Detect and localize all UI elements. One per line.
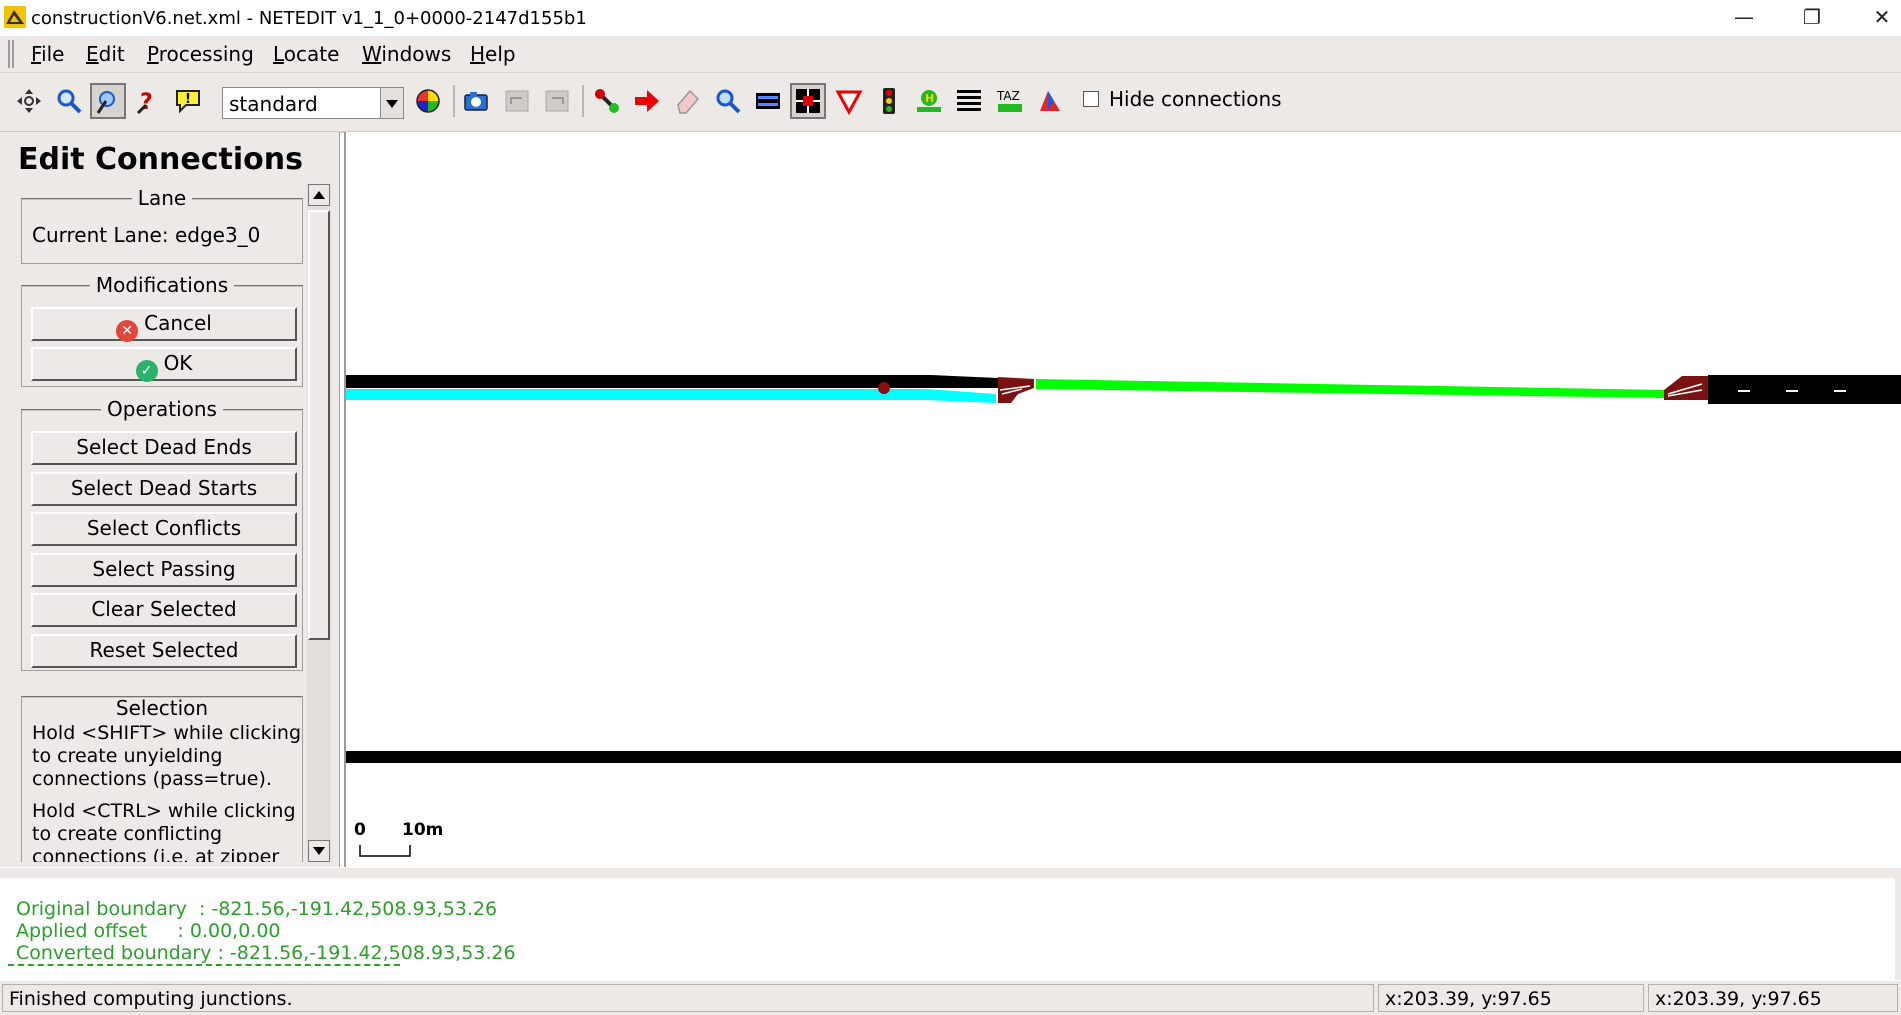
inspect-icon[interactable]: ?	[130, 83, 166, 119]
traffic-light-icon[interactable]	[871, 83, 907, 119]
reset-selected-button[interactable]: Reset Selected	[31, 634, 297, 668]
menu-processing[interactable]: Processing	[147, 42, 254, 66]
edit-connections-panel: Edit Connections Lane Current Lane: edge…	[0, 132, 340, 867]
color-wheel-icon[interactable]	[410, 83, 446, 119]
current-lane	[346, 389, 996, 403]
undo-icon[interactable]	[499, 83, 535, 119]
ok-button-label: OK	[163, 351, 193, 375]
additional-icon[interactable]: H	[911, 83, 947, 119]
lane-marker	[878, 382, 890, 394]
menu-help[interactable]: Help	[470, 42, 516, 66]
window-title: constructionV6.net.xml - NETEDIT v1_1_0+…	[31, 8, 587, 29]
menu-edit[interactable]: Edit	[86, 42, 125, 66]
recenter-view-icon[interactable]	[11, 83, 47, 119]
screenshot-icon[interactable]	[458, 83, 494, 119]
redo-icon[interactable]	[539, 83, 575, 119]
scale-distance-label: 10m	[402, 820, 444, 840]
selection-help-text-ctrl: Hold <CTRL> while clicking to create con…	[32, 800, 296, 862]
toolbar-separator	[453, 85, 455, 117]
modifications-group-header: Modifications	[89, 273, 235, 297]
scheme-value: standard	[229, 92, 318, 116]
toolbar: ? ! standard H TAZ Hide connections	[0, 73, 1901, 133]
modifications-group: Modifications ✕ Cancel ✓ OK	[21, 273, 303, 387]
message-line: Converted boundary : -821.56,-191.42,508…	[16, 942, 516, 964]
scroll-up-icon[interactable]	[308, 184, 330, 206]
move-icon[interactable]	[629, 83, 665, 119]
status-bar: Finished computing junctions. x:203.39, …	[0, 981, 1901, 1015]
status-message: Finished computing junctions.	[2, 984, 1374, 1012]
menu-file[interactable]: File	[31, 42, 64, 66]
inspect-mode-icon[interactable]	[710, 83, 746, 119]
message-scrollbar[interactable]	[1895, 878, 1901, 980]
cancel-button[interactable]: ✕ Cancel	[31, 307, 297, 342]
title-bar: constructionV6.net.xml - NETEDIT v1_1_0+…	[0, 0, 1901, 36]
close-icon[interactable]: ✕	[1852, 0, 1901, 36]
connection-mode-icon[interactable]	[790, 83, 826, 119]
message-line: Original boundary : -821.56,-191.42,508.…	[16, 898, 498, 920]
svg-text:!: !	[185, 92, 191, 107]
scrollbar-thumb[interactable]	[308, 210, 330, 640]
ok-button[interactable]: ✓ OK	[31, 347, 297, 382]
selection-help-text-shift: Hold <SHIFT> while clicking to create un…	[32, 722, 302, 790]
scroll-down-icon[interactable]	[308, 840, 330, 862]
operations-group: Operations Select Dead Ends Select Dead …	[21, 397, 303, 671]
tooltip-icon[interactable]: !	[170, 83, 206, 119]
lane-group-header: Lane	[131, 186, 193, 210]
select-conflicts-button[interactable]: Select Conflicts	[31, 512, 297, 546]
minimize-icon[interactable]: —	[1714, 0, 1774, 36]
polygon-icon[interactable]	[1032, 83, 1068, 119]
chevron-down-icon[interactable]	[380, 88, 403, 118]
select-dead-ends-button[interactable]: Select Dead Ends	[31, 431, 297, 465]
geo-coordinates: x:203.39, y:97.65	[1648, 984, 1898, 1012]
clear-selected-button[interactable]: Clear Selected	[31, 593, 297, 627]
message-window[interactable]: Original boundary : -821.56,-191.42,508.…	[0, 868, 1901, 980]
svg-text:H: H	[925, 92, 934, 105]
menu-bar: File Edit Processing Locate Windows Help	[0, 36, 1901, 73]
crossing-icon[interactable]	[951, 83, 987, 119]
toolbar-separator	[582, 85, 584, 117]
select-passing-button[interactable]: Select Passing	[31, 553, 297, 587]
cancel-icon: ✕	[116, 320, 139, 342]
create-edge-icon[interactable]	[589, 83, 625, 119]
scale-zero-label: 0	[354, 820, 366, 840]
restore-icon[interactable]: ❐	[1782, 0, 1842, 36]
select-dead-starts-button[interactable]: Select Dead Starts	[31, 472, 297, 506]
selection-group-header: Selection	[109, 698, 215, 720]
cursor-coordinates: x:203.39, y:97.65	[1378, 984, 1644, 1012]
edge-upper-left	[346, 375, 998, 388]
lane-group: Lane Current Lane: edge3_0	[21, 186, 303, 264]
edge-lower	[346, 751, 1901, 763]
target-lane	[1036, 379, 1666, 398]
select-mode-icon[interactable]	[750, 83, 786, 119]
checkmark-icon: ✓	[135, 360, 158, 382]
zoom-icon[interactable]	[51, 83, 87, 119]
network-canvas[interactable]: 0 10m	[344, 132, 1901, 867]
panel-scrollbar[interactable]	[307, 184, 331, 862]
cancel-button-label: Cancel	[144, 311, 212, 335]
menubar-grip[interactable]	[8, 40, 14, 68]
edge-upper-right	[1708, 375, 1901, 404]
scale-bar	[359, 845, 411, 857]
message-line: Applied offset : 0.00,0.00	[16, 920, 281, 942]
svg-text:?: ?	[140, 90, 153, 115]
operations-group-header: Operations	[101, 397, 223, 421]
selection-group: Selection Hold <SHIFT> while clicking to…	[21, 696, 303, 862]
netedit-app-icon	[4, 6, 26, 28]
prohibition-icon[interactable]	[831, 83, 867, 119]
delete-icon[interactable]	[670, 83, 706, 119]
current-lane-label: Current Lane: edge3_0	[32, 223, 261, 247]
panel-title: Edit Connections	[18, 142, 303, 177]
message-separator	[8, 964, 400, 966]
visualization-scheme-select[interactable]: standard	[222, 87, 404, 119]
menu-windows[interactable]: Windows	[362, 42, 451, 66]
locate-icon[interactable]	[90, 83, 126, 119]
menu-locate[interactable]: Locate	[273, 42, 339, 66]
taz-icon[interactable]: TAZ	[992, 83, 1028, 119]
svg-text:TAZ: TAZ	[996, 89, 1020, 103]
hide-connections-label: Hide connections	[1109, 87, 1282, 111]
hide-connections-checkbox[interactable]	[1083, 91, 1099, 107]
